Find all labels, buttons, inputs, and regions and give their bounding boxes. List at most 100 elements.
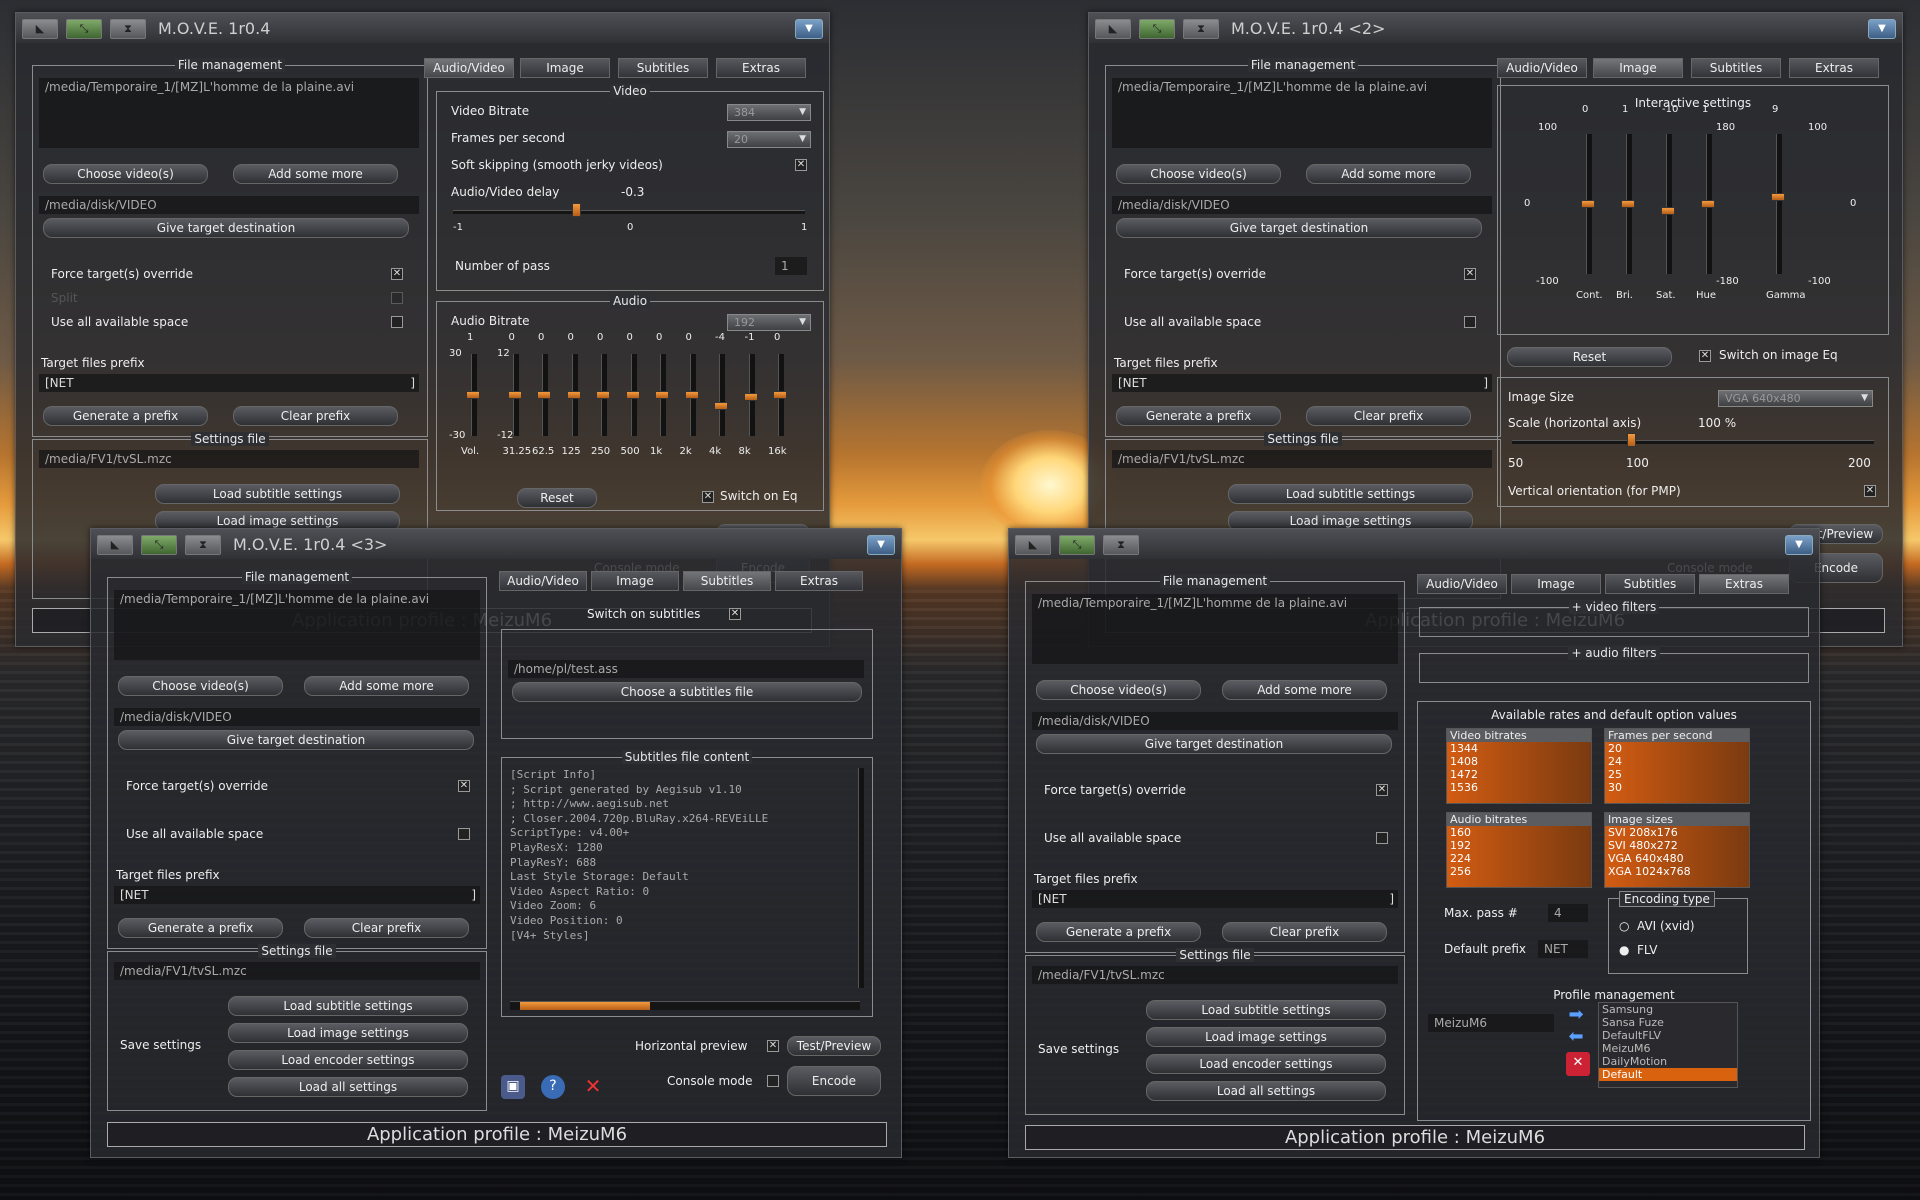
tab-image[interactable]: Image: [1593, 58, 1683, 78]
hourglass-icon[interactable]: ⧗: [1183, 19, 1219, 39]
tab-extras[interactable]: Extras: [1699, 574, 1789, 594]
audio-bitrate-select[interactable]: 192: [727, 314, 811, 331]
eq-slider-knob[interactable]: [655, 391, 669, 399]
tab-extras[interactable]: Extras: [1789, 58, 1879, 78]
clear-prefix-button[interactable]: Clear prefix: [1222, 922, 1387, 942]
tab-extras[interactable]: Extras: [716, 58, 806, 78]
hourglass-icon[interactable]: ⧗: [185, 535, 221, 555]
prefix-input[interactable]: [NET]: [1032, 890, 1398, 908]
prefix-input[interactable]: [NET]: [114, 886, 480, 904]
eq-slider-knob[interactable]: [507, 391, 522, 399]
resize-icon[interactable]: ⤡: [1139, 19, 1175, 39]
clear-prefix-button[interactable]: Clear prefix: [233, 406, 398, 426]
move-left-icon[interactable]: ◣: [1095, 19, 1131, 39]
use-space-checkbox[interactable]: [1376, 832, 1388, 844]
choose-videos-button[interactable]: Choose video(s): [1036, 680, 1201, 700]
profile-item[interactable]: Sansa Fuze: [1599, 1016, 1737, 1029]
list-item[interactable]: 1344: [1447, 742, 1478, 755]
split-checkbox[interactable]: [391, 292, 403, 304]
image-eq-slider-knob[interactable]: [1581, 200, 1595, 208]
max-pass-spinbox[interactable]: 4: [1548, 904, 1588, 922]
give-destination-button[interactable]: Give target destination: [118, 730, 474, 750]
list-item[interactable]: 25: [1605, 768, 1622, 781]
arrow-right-icon[interactable]: ➡: [1564, 1004, 1588, 1028]
generate-prefix-button[interactable]: Generate a prefix: [1116, 406, 1281, 426]
use-space-checkbox[interactable]: [1464, 316, 1476, 328]
subtitle-h-scroll-thumb[interactable]: [520, 1002, 650, 1010]
list-item[interactable]: 1536: [1447, 781, 1478, 794]
prefix-input[interactable]: [NET]: [1112, 374, 1492, 392]
flv-radio-icon[interactable]: ●: [1619, 943, 1629, 957]
image-reset-button[interactable]: Reset: [1507, 347, 1672, 367]
save-settings-label[interactable]: Save settings: [120, 1038, 201, 1052]
list-item[interactable]: VGA 640x480: [1605, 852, 1691, 865]
fps-select[interactable]: 20: [727, 131, 811, 148]
titlebar[interactable]: ◣ ⤡ ⧗ M.O.V.E. 1r0.4 <3> ▼: [91, 529, 901, 559]
eq-reset-button[interactable]: Reset: [517, 488, 597, 508]
save-icon[interactable]: ▣: [501, 1075, 525, 1099]
clear-prefix-button[interactable]: Clear prefix: [1306, 406, 1471, 426]
save-settings-label[interactable]: Save settings: [1038, 1042, 1119, 1056]
move-left-icon[interactable]: ◣: [1015, 535, 1051, 555]
add-more-button[interactable]: Add some more: [233, 164, 398, 184]
scale-slider[interactable]: [1512, 440, 1874, 444]
list-item[interactable]: 256: [1447, 865, 1471, 878]
load-image-button[interactable]: Load image settings: [1146, 1027, 1386, 1047]
image-eq-slider-knob[interactable]: [1771, 193, 1785, 201]
delay-slider-knob[interactable]: [572, 203, 582, 217]
eq-slider-knob[interactable]: [714, 401, 728, 410]
load-subtitle-button[interactable]: Load subtitle settings: [155, 484, 400, 504]
use-space-checkbox[interactable]: [391, 316, 403, 328]
choose-videos-button[interactable]: Choose video(s): [43, 164, 208, 184]
minimize-icon[interactable]: ▼: [1868, 19, 1896, 39]
move-left-icon[interactable]: ◣: [97, 535, 133, 555]
eq-slider-knob[interactable]: [684, 391, 699, 399]
clear-prefix-button[interactable]: Clear prefix: [304, 918, 469, 938]
tab-audio-video[interactable]: Audio/Video: [1417, 574, 1507, 594]
minimize-icon[interactable]: ▼: [795, 19, 823, 39]
video-filters-toggle[interactable]: + video filters: [1568, 600, 1660, 614]
tab-audio-video[interactable]: Audio/Video: [1497, 58, 1587, 78]
eq-slider[interactable]: [719, 354, 725, 436]
delay-slider[interactable]: [453, 210, 805, 214]
help-icon[interactable]: ?: [541, 1075, 565, 1099]
avi-radio-icon[interactable]: ○: [1619, 919, 1629, 933]
titlebar[interactable]: ◣ ⤡ ⧗ ▼: [1009, 529, 1819, 559]
list-item[interactable]: 224: [1447, 852, 1471, 865]
list-item[interactable]: 1408: [1447, 755, 1478, 768]
image-eq-slider-knob[interactable]: [1701, 200, 1715, 208]
minimize-icon[interactable]: ▼: [867, 535, 895, 555]
image-eq-slider[interactable]: [1776, 134, 1782, 274]
use-space-checkbox[interactable]: [458, 828, 470, 840]
vertical-orientation-checkbox[interactable]: ✕: [1864, 485, 1876, 497]
list-item[interactable]: 20: [1605, 742, 1622, 755]
choose-videos-button[interactable]: Choose video(s): [1116, 164, 1281, 184]
profile-item[interactable]: Default: [1599, 1068, 1737, 1081]
close-icon[interactable]: ✕: [581, 1075, 605, 1099]
load-image-button[interactable]: Load image settings: [228, 1023, 468, 1043]
list-item[interactable]: SVI 480x272: [1605, 839, 1691, 852]
list-item[interactable]: 24: [1605, 755, 1622, 768]
eq-slider-knob[interactable]: [773, 391, 787, 399]
eq-slider-knob[interactable]: [537, 391, 551, 399]
hourglass-icon[interactable]: ⧗: [1103, 535, 1139, 555]
image-eq-slider[interactable]: [1666, 134, 1672, 274]
profile-item[interactable]: DefaultFLV: [1599, 1029, 1737, 1042]
delete-icon[interactable]: ✕: [1566, 1052, 1590, 1076]
force-override-checkbox[interactable]: ✕: [1376, 784, 1388, 796]
list-item[interactable]: 1472: [1447, 768, 1478, 781]
generate-prefix-button[interactable]: Generate a prefix: [43, 406, 208, 426]
profiles-list[interactable]: Samsung Sansa Fuze DefaultFLV MeizuM6 DailyM…: [1598, 1002, 1738, 1088]
switch-subtitles-checkbox[interactable]: ✕: [729, 608, 741, 620]
load-subtitle-button[interactable]: Load subtitle settings: [1146, 1000, 1386, 1020]
list-item[interactable]: 160: [1447, 826, 1471, 839]
profile-item[interactable]: Samsung: [1599, 1003, 1737, 1016]
generate-prefix-button[interactable]: Generate a prefix: [118, 918, 283, 938]
image-sizes-list[interactable]: Image sizes SVI 208x176 SVI 480x272 VGA 640…: [1604, 812, 1750, 888]
give-destination-button[interactable]: Give target destination: [1036, 734, 1392, 754]
tab-audio-video[interactable]: Audio/Video: [499, 571, 587, 591]
prefix-input[interactable]: [NET]: [39, 374, 419, 392]
image-eq-slider-knob[interactable]: [1621, 200, 1635, 208]
load-encoder-button[interactable]: Load encoder settings: [228, 1050, 468, 1070]
fps-list[interactable]: Frames per second 20 24 25 30: [1604, 728, 1750, 804]
